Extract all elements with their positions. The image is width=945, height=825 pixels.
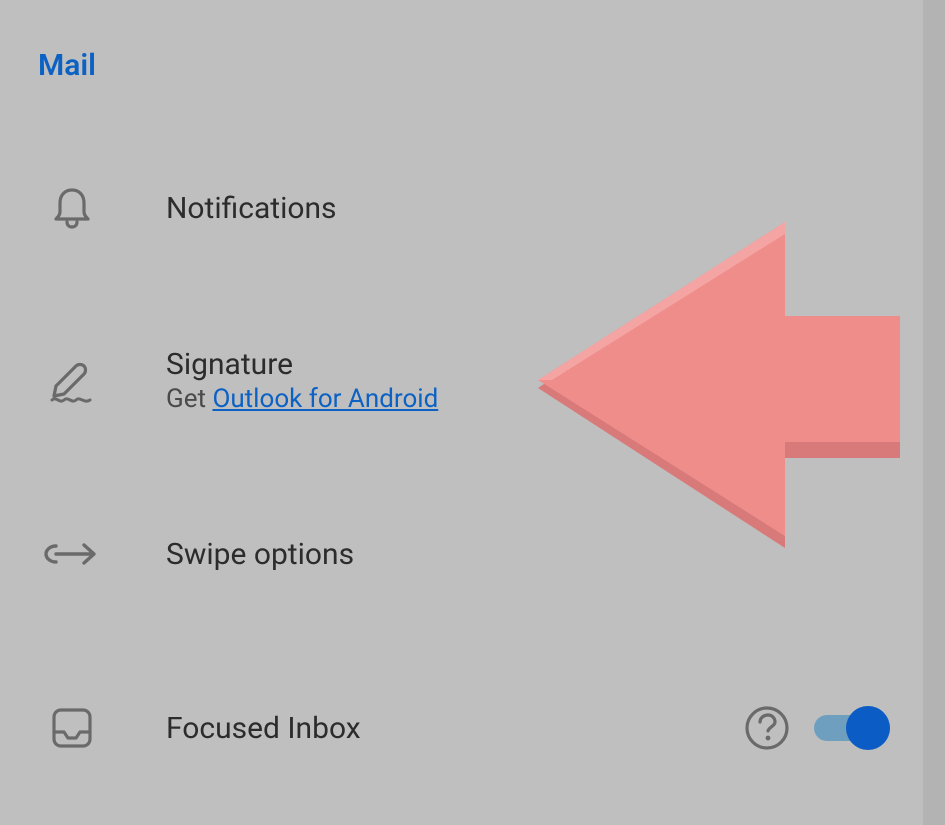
row-focused-title: Focused Inbox <box>166 711 361 746</box>
row-notifications-title: Notifications <box>166 191 337 226</box>
row-notifications[interactable]: Notifications <box>0 178 920 238</box>
row-signature[interactable]: Signature Get Outlook for Android <box>0 340 920 420</box>
toggle-knob <box>846 706 890 750</box>
bell-icon <box>38 184 106 232</box>
section-header-mail: Mail <box>38 48 96 83</box>
swipe-icon <box>38 536 106 572</box>
inbox-icon <box>38 704 106 752</box>
row-signature-title: Signature <box>166 347 438 382</box>
outlook-android-link[interactable]: Outlook for Android <box>212 384 438 414</box>
signature-icon <box>38 356 106 404</box>
signature-sub-prefix: Get <box>166 384 212 414</box>
row-swipe-options[interactable]: Swipe options <box>0 524 920 584</box>
focused-inbox-toggle[interactable] <box>814 708 888 748</box>
row-swipe-title: Swipe options <box>166 537 354 572</box>
help-icon[interactable] <box>744 705 790 751</box>
right-edge-strip <box>923 0 945 825</box>
row-focused-inbox[interactable]: Focused Inbox <box>0 698 920 758</box>
settings-mail-panel: Mail Notifications Signature Get Outlook… <box>0 0 920 825</box>
row-signature-subtitle: Get Outlook for Android <box>166 384 438 414</box>
